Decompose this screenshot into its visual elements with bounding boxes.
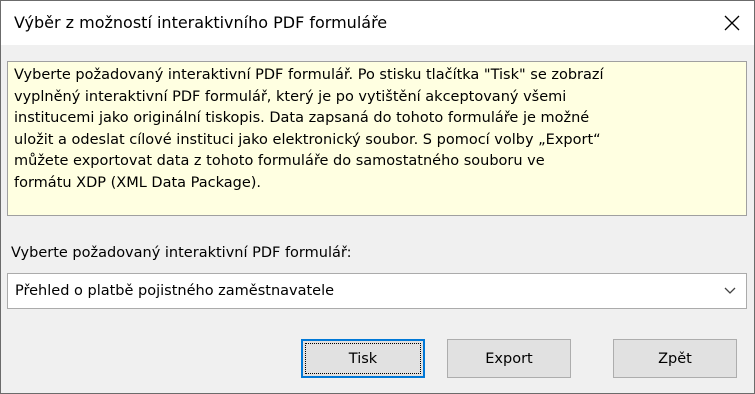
dialog-window: Výběr z možností interaktivního PDF form… — [0, 0, 755, 394]
export-button[interactable]: Export — [447, 339, 571, 378]
form-select-value: Přehled o platbě pojistného zaměstnavate… — [15, 283, 335, 299]
info-box: Vyberte požadovaný interaktivní PDF form… — [7, 61, 747, 216]
title-bar: Výběr z možností interaktivního PDF form… — [1, 1, 754, 45]
back-button-label: Zpět — [658, 350, 692, 367]
print-button-label: Tisk — [348, 350, 378, 367]
export-button-label: Export — [485, 350, 533, 367]
print-button[interactable]: Tisk — [301, 339, 425, 378]
back-button[interactable]: Zpět — [613, 339, 737, 378]
close-icon — [724, 15, 740, 31]
chevron-down-icon — [724, 287, 736, 294]
form-select[interactable]: Přehled o platbě pojistného zaměstnavate… — [7, 273, 747, 309]
window-title: Výběr z možností interaktivního PDF form… — [14, 13, 388, 32]
form-select-label: Vyberte požadovaný interaktivní PDF form… — [11, 245, 352, 261]
close-button[interactable] — [710, 1, 754, 45]
info-text: Vyberte požadovaný interaktivní PDF form… — [14, 67, 604, 191]
